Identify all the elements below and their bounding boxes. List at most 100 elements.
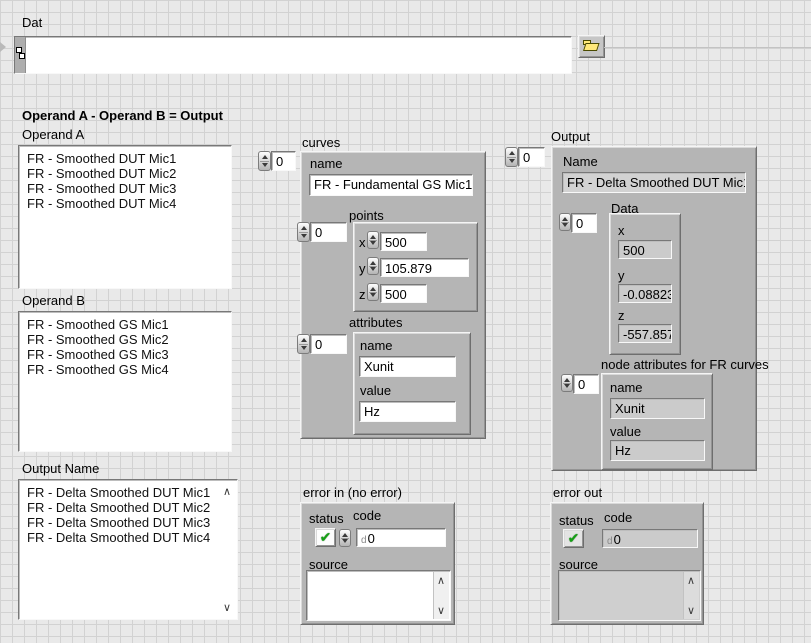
open-folder-icon	[583, 40, 598, 51]
z-input[interactable]: 500	[380, 284, 427, 303]
points-index-value[interactable]: 0	[310, 222, 347, 242]
list-item[interactable]: FR - Smoothed GS Mic3	[27, 347, 231, 362]
attr-value-input[interactable]: Hz	[359, 401, 456, 422]
na-name-label: name	[610, 381, 643, 395]
error-in-label: error in (no error)	[303, 486, 402, 500]
list-item[interactable]: FR - Smoothed DUT Mic2	[27, 166, 231, 181]
error-out-cluster: status ✔ code d0 source ∧ ∨	[550, 502, 704, 625]
path-type-strip	[15, 37, 26, 73]
scrollbar[interactable]: ∧ ∨	[433, 572, 449, 619]
error-out-status-label: status	[559, 514, 594, 528]
status-check-icon[interactable]: ✔	[315, 528, 336, 547]
error-out-label: error out	[553, 486, 602, 500]
list-item[interactable]: FR - Delta Smoothed DUT Mic4	[27, 530, 237, 545]
na-value-indicator: Hz	[610, 440, 705, 461]
attributes-label: attributes	[349, 316, 402, 330]
error-in-code-spinner[interactable]	[339, 529, 351, 547]
attributes-frame: name Xunit value Hz	[353, 332, 471, 435]
browse-button[interactable]	[578, 35, 605, 58]
curve-name-label: name	[310, 157, 343, 171]
error-out-code-label: code	[604, 511, 632, 525]
attributes-index-spinner[interactable]	[297, 334, 310, 354]
na-name-indicator: Xunit	[610, 398, 705, 419]
error-out-source-indicator: ∧ ∨	[558, 570, 701, 621]
grid-accent-line	[604, 47, 811, 48]
operand-a-label: Operand A	[22, 128, 84, 142]
section-title: Operand A - Operand B = Output	[22, 109, 223, 123]
list-item[interactable]: FR - Delta Smoothed DUT Mic1	[27, 485, 237, 500]
scroll-up-icon[interactable]: ∧	[437, 575, 445, 586]
list-item[interactable]: FR - Smoothed DUT Mic1	[27, 151, 231, 166]
output-index-value[interactable]: 0	[518, 147, 545, 167]
y-label: y	[618, 269, 625, 283]
x-input[interactable]: 500	[380, 232, 427, 251]
output-index-spinner[interactable]	[505, 147, 518, 167]
z-label: z	[359, 288, 366, 302]
curves-label: curves	[302, 136, 340, 150]
x-spinner[interactable]	[367, 231, 379, 249]
y-input[interactable]: 105.879	[380, 258, 469, 277]
labview-front-panel: Dat Operand A - Operand B = Output Opera…	[0, 0, 811, 643]
curves-index-spinner[interactable]	[258, 151, 271, 171]
scrollbar[interactable]: ∧ ∨	[683, 572, 699, 619]
attr-name-input[interactable]: Xunit	[359, 356, 456, 377]
z-spinner[interactable]	[367, 283, 379, 301]
scroll-up-icon[interactable]: ∧	[687, 575, 695, 586]
data-index-spinner[interactable]	[559, 213, 571, 231]
operand-b-listbox[interactable]: FR - Smoothed GS Mic1 FR - Smoothed GS M…	[18, 311, 232, 452]
list-item[interactable]: FR - Smoothed GS Mic4	[27, 362, 231, 377]
node-attributes-label: node attributes for FR curves	[601, 358, 769, 372]
path-type-icon	[16, 47, 25, 60]
list-item[interactable]: FR - Smoothed DUT Mic4	[27, 196, 231, 211]
curves-index-value[interactable]: 0	[271, 151, 296, 171]
na-value-label: value	[610, 425, 641, 439]
path-control-label: Dat	[22, 16, 42, 30]
x-indicator: 500	[618, 240, 672, 259]
list-item[interactable]: FR - Delta Smoothed DUT Mic2	[27, 500, 237, 515]
error-in-code-input[interactable]: d0	[356, 528, 446, 547]
output-cluster: Name FR - Delta Smoothed DUT Mic1 Data 0…	[551, 146, 757, 471]
points-frame: x 500 y 105.879 z 500	[353, 222, 478, 312]
scroll-down-icon[interactable]: ∨	[437, 605, 445, 616]
points-label: points	[349, 209, 384, 223]
list-item[interactable]: FR - Smoothed GS Mic2	[27, 332, 231, 347]
output-name-listbox[interactable]: FR - Delta Smoothed DUT Mic1 FR - Delta …	[18, 479, 238, 620]
radix-indicator: d	[607, 536, 613, 547]
error-out-code-value: 0	[614, 532, 621, 547]
curves-cluster: name FR - Fundamental GS Mic1 points 0 x…	[300, 151, 486, 439]
error-in-status-label: status	[309, 512, 344, 526]
error-in-cluster: status ✔ code d0 source ∧ ∨	[300, 502, 455, 625]
list-item[interactable]: FR - Smoothed GS Mic1	[27, 317, 231, 332]
z-indicator: -557.857	[618, 324, 672, 343]
operand-a-listbox[interactable]: FR - Smoothed DUT Mic1 FR - Smoothed DUT…	[18, 145, 232, 289]
node-attributes-index-spinner[interactable]	[561, 374, 573, 392]
output-name-field-label: Name	[563, 155, 598, 169]
output-name-label: Output Name	[22, 462, 99, 476]
data-index-value[interactable]: 0	[571, 213, 597, 233]
scroll-up-icon[interactable]: ∧	[223, 486, 231, 497]
path-input[interactable]	[14, 36, 572, 74]
output-name-indicator: FR - Delta Smoothed DUT Mic1	[562, 172, 746, 193]
error-in-code-label: code	[353, 509, 381, 523]
scroll-down-icon[interactable]: ∨	[223, 602, 231, 613]
curve-name-input[interactable]: FR - Fundamental GS Mic1	[309, 174, 473, 196]
scroll-down-icon[interactable]: ∨	[687, 605, 695, 616]
panel-edge-arrow-icon	[0, 42, 6, 52]
data-frame: x 500 y -0.08823 z -557.857	[609, 213, 681, 355]
output-label: Output	[551, 130, 590, 144]
operand-b-label: Operand B	[22, 294, 85, 308]
error-in-source-textarea[interactable]: ∧ ∨	[306, 570, 451, 621]
list-item[interactable]: FR - Delta Smoothed DUT Mic3	[27, 515, 237, 530]
list-item[interactable]: FR - Smoothed DUT Mic3	[27, 181, 231, 196]
points-index-spinner[interactable]	[297, 222, 310, 242]
y-indicator: -0.08823	[618, 284, 672, 303]
x-label: x	[618, 224, 625, 238]
status-check-icon: ✔	[563, 529, 584, 548]
y-label: y	[359, 262, 366, 276]
z-label: z	[618, 309, 625, 323]
attr-value-label: value	[360, 384, 391, 398]
error-out-code-indicator: d0	[602, 529, 698, 548]
attributes-index-value[interactable]: 0	[310, 334, 347, 354]
y-spinner[interactable]	[367, 257, 379, 275]
node-attributes-index-value[interactable]: 0	[573, 374, 599, 394]
